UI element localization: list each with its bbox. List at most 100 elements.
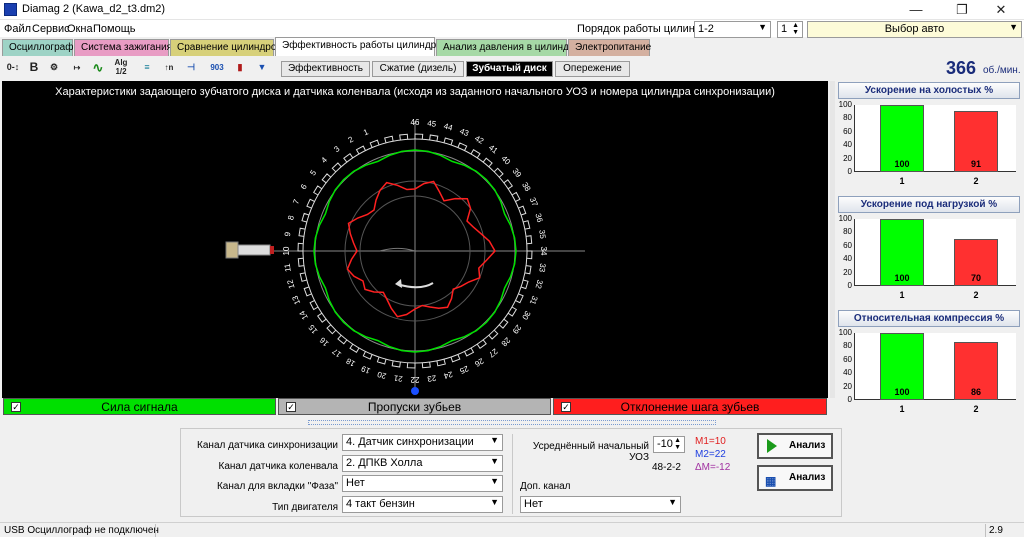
tooth-label: 11 (283, 263, 293, 273)
delta-m-value: ΔM=-12 (695, 462, 731, 473)
signal-strength-toggle[interactable]: ✓ Сила сигнала (3, 398, 276, 415)
tooth-label: 13 (290, 294, 302, 306)
y-tick-label: 40 (843, 368, 852, 378)
rpm-icon[interactable]: ⚙ (44, 58, 64, 77)
divider (985, 524, 986, 537)
tooth-label: 20 (376, 369, 387, 380)
menu-service[interactable]: Сервис (32, 23, 70, 35)
auto-select-combo[interactable]: Выбор авто ▼ (807, 21, 1022, 38)
bar-value-label: 100 (894, 159, 910, 169)
tooth-label: 24 (442, 369, 453, 380)
tooth-label: 23 (426, 373, 437, 383)
phase-channel-select[interactable]: Нет ▼ (342, 475, 503, 492)
uoz-spinner[interactable]: -10 ▲ ▼ (653, 436, 685, 453)
tooth-label: 26 (473, 356, 486, 369)
checkbox-icon[interactable]: ✓ (11, 402, 21, 412)
tooth-label: 44 (443, 122, 454, 133)
tooth-label: 22 (410, 375, 419, 384)
bars-icon: ▦ (765, 474, 777, 488)
menu-file[interactable]: Файл (4, 23, 31, 35)
menu-windows[interactable]: Окна (67, 23, 93, 35)
chevron-down-icon: ▼ (1009, 22, 1018, 32)
tooth-label: 4 (319, 155, 329, 165)
cylinder-number-spinner[interactable]: 1 ▲ ▼ (777, 21, 803, 38)
bar-value-label: 91 (970, 159, 981, 169)
tab-cylinder-compare[interactable]: Сравнение цилиндров (170, 39, 282, 56)
tab-power[interactable]: Электропитание (568, 39, 651, 56)
subtab-toothed-disk[interactable]: Зубчатый диск (466, 61, 553, 77)
analyze-compare-button[interactable]: ▦ Анализ (757, 465, 833, 491)
y-tick-label: 40 (843, 254, 852, 264)
tooth-label: 14 (297, 309, 310, 322)
bar-value-label: 86 (970, 387, 981, 397)
tab-oscilloscope[interactable]: Осциллограф (2, 39, 73, 56)
bars-icon[interactable]: ▮ (230, 58, 250, 77)
tooth-label: 27 (486, 347, 499, 360)
tooth-label: 7 (291, 198, 301, 206)
checkbox-icon[interactable]: ✓ (286, 402, 296, 412)
title-bar: Diamag 2 (Kawa_d2_t3.dm2) — ❐ ✕ (0, 0, 1024, 20)
crank-channel-select[interactable]: 2. ДПКВ Холла ▼ (342, 455, 503, 472)
y-tick-label: 60 (843, 240, 852, 250)
bar-value-label: 100 (894, 387, 910, 397)
app-icon (4, 3, 17, 16)
sync-channel-label: Канал датчика синхронизации (197, 440, 338, 451)
cylinder-order-select[interactable]: 1-2 ▼ (694, 21, 771, 38)
m2-value: M2=22 (695, 449, 726, 460)
tab-ignition[interactable]: Система зажигания (74, 39, 172, 56)
phase-channel-label: Канал для вкладки "Фаза" (216, 481, 338, 492)
subtab-compression[interactable]: Сжатие (дизель) (372, 61, 464, 77)
analyze-button[interactable]: Анализ (757, 433, 833, 459)
scale-icon[interactable]: ↑n (159, 58, 179, 77)
tooth-deviation-toggle[interactable]: ✓ Отклонение шага зубьев (553, 398, 827, 415)
version-text: 2.9 (989, 525, 1003, 536)
chevron-down-icon: ▼ (490, 456, 499, 466)
tooth-label: 33 (537, 263, 547, 274)
y-tick-label: 80 (843, 227, 852, 237)
measure-icon[interactable]: ⊣ (181, 58, 201, 77)
panel-title: Ускорение под нагрузкой % (838, 196, 1020, 213)
menu-help[interactable]: Помощь (93, 23, 136, 35)
extra-channel-select[interactable]: Нет ▼ (520, 496, 681, 513)
tooth-label: 34 (539, 247, 548, 256)
splitter[interactable] (830, 81, 835, 398)
half-icon[interactable]: Alg 1/2 (111, 58, 131, 77)
funnel-icon[interactable]: ▼ (252, 58, 272, 77)
minimize-icon[interactable]: — (893, 0, 939, 20)
bold-icon[interactable]: B (24, 58, 44, 77)
tab-cylinder-efficiency[interactable]: Эффективность работы цилиндров (275, 37, 447, 56)
tooth-label: 45 (427, 119, 438, 129)
counter-icon[interactable]: 903 (207, 58, 227, 77)
tooth-label: 40 (499, 154, 512, 167)
y-tick-label: 80 (843, 113, 852, 123)
checkbox-icon[interactable]: ✓ (561, 402, 571, 412)
cylinder-label: 2 (973, 404, 979, 414)
tooth-label: 31 (528, 294, 540, 306)
missing-teeth-toggle[interactable]: ✓ Пропуски зубьев (278, 398, 551, 415)
y-tick-label: 100 (838, 214, 852, 223)
subtab-efficiency[interactable]: Эффективность (281, 61, 370, 77)
tooth-label: 46 (411, 118, 420, 127)
tooth-label: 9 (283, 231, 293, 237)
close-icon[interactable]: ✕ (978, 0, 1024, 20)
tooth-label: 19 (360, 364, 372, 376)
y-tick-label: 60 (843, 354, 852, 364)
tooth-label: 42 (473, 134, 486, 147)
engine-type-label: Тип двигателя (272, 502, 338, 513)
tab-pressure-analysis[interactable]: Анализ давления в цилиндре (436, 39, 580, 56)
chevron-down-icon: ▼ (490, 497, 499, 507)
status-text: USB Осциллограф не подключен (4, 525, 159, 536)
engine-type-select[interactable]: 4 такт бензин ▼ (342, 496, 503, 513)
signal-icon[interactable]: ∿ (88, 58, 108, 77)
markers-icon[interactable]: ↦ (67, 58, 87, 77)
y-tick-label: 80 (843, 341, 852, 351)
filter-icon[interactable]: ≡ (137, 58, 157, 77)
y-tick-label: 20 (843, 267, 852, 277)
sync-channel-select[interactable]: 4. Датчик синхронизации ▼ (342, 434, 503, 451)
sensor-icon (225, 241, 274, 259)
tooth-label: 21 (393, 373, 404, 383)
wave-settings-icon[interactable]: 0-↕ (3, 58, 23, 77)
splitter-horizontal[interactable] (308, 420, 716, 425)
tooth-label: 15 (307, 322, 320, 335)
subtab-advance[interactable]: Опережение (555, 61, 630, 77)
